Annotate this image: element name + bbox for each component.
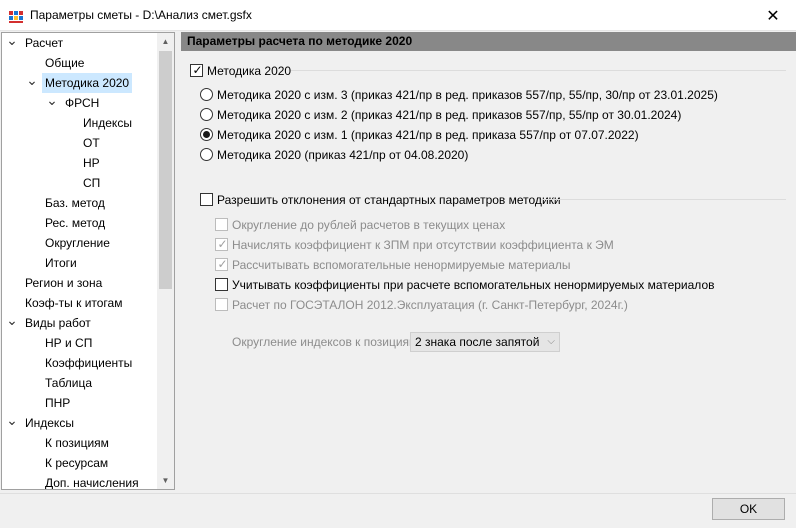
aux-coefficients-checkbox[interactable]: [215, 278, 228, 291]
radio-selected-dot: [203, 131, 210, 138]
tree-item[interactable]: ОТ: [80, 133, 103, 153]
tree-item[interactable]: СП: [80, 173, 103, 193]
tree-item[interactable]: ПНР: [42, 393, 73, 413]
tree-item[interactable]: Рес. метод: [42, 213, 108, 233]
chevron-down-icon[interactable]: ⌄: [6, 410, 18, 430]
round-rubles-checkbox[interactable]: [215, 218, 228, 231]
check-icon: ✓: [192, 63, 203, 77]
methodology-label: Методика 2020: [207, 64, 292, 78]
separator: [541, 199, 786, 200]
sub-option-label: Рассчитывать вспомогательные ненормируем…: [232, 258, 571, 272]
tree-item[interactable]: НР: [80, 153, 103, 173]
radio-label: Методика 2020 с изм. 3 (приказ 421/пр в …: [217, 88, 718, 102]
tree-item[interactable]: ФРСН: [62, 93, 102, 113]
sub-option-label: Округление до рублей расчетов в текущих …: [232, 218, 506, 232]
settings-tree[interactable]: ⌄ Расчет Общие ⌄ Методика 2020 ⌄ ФРСН Индексы ОТ…: [1, 32, 175, 490]
sub-option-label: Учитывать коэффициенты при расчете вспом…: [232, 278, 715, 292]
tree-scrollbar[interactable]: ▲ ▼: [157, 33, 174, 489]
panel-header: Параметры расчета по методике 2020: [181, 32, 796, 51]
tree-item[interactable]: Регион и зона: [22, 273, 105, 293]
tree-item[interactable]: Общие: [42, 53, 87, 73]
rounding-select[interactable]: 2 знака после запятой ⌵: [410, 332, 560, 352]
window-title: Параметры сметы - D:\Анализ смет.gsfx: [30, 8, 252, 22]
chevron-down-icon[interactable]: ⌄: [6, 310, 18, 330]
rounding-value: 2 знака после запятой: [415, 335, 540, 349]
radio-methodology-v3[interactable]: [200, 88, 213, 101]
tree-item[interactable]: Доп. начисления: [42, 473, 142, 489]
radio-methodology-v1[interactable]: [200, 128, 213, 141]
tree-item[interactable]: Индексы: [22, 413, 77, 433]
chevron-down-icon[interactable]: ⌄: [6, 33, 18, 50]
tree-item[interactable]: К позициям: [42, 433, 112, 453]
radio-methodology-v2[interactable]: [200, 108, 213, 121]
tree-item[interactable]: Виды работ: [22, 313, 94, 333]
footer-separator: [0, 493, 796, 494]
tree-item[interactable]: Коэф-ты к итогам: [22, 293, 125, 313]
aux-materials-checkbox[interactable]: ✓: [215, 257, 228, 271]
tree-item[interactable]: Индексы: [80, 113, 135, 133]
title-bar: Параметры сметы - D:\Анализ смет.gsfx ✕: [0, 0, 796, 31]
tree-item[interactable]: Расчет: [22, 33, 66, 53]
scroll-down-icon[interactable]: ▼: [157, 472, 174, 489]
tree-item[interactable]: НР и СП: [42, 333, 95, 353]
tree-item[interactable]: Коэффициенты: [42, 353, 135, 373]
check-icon: ✓: [217, 237, 228, 251]
radio-label: Методика 2020 с изм. 1 (приказ 421/пр в …: [217, 128, 639, 142]
ok-button[interactable]: OK: [712, 498, 785, 520]
close-icon: ✕: [766, 7, 780, 25]
scroll-up-icon[interactable]: ▲: [157, 33, 174, 50]
separator: [291, 70, 786, 71]
chevron-down-icon[interactable]: ⌄: [46, 90, 58, 110]
scroll-thumb[interactable]: [159, 51, 172, 289]
allow-deviations-checkbox[interactable]: [200, 193, 213, 206]
allow-deviations-label: Разрешить отклонения от стандартных пара…: [217, 193, 561, 207]
zpm-coefficient-checkbox[interactable]: ✓: [215, 237, 228, 251]
methodology-checkbox[interactable]: ✓: [190, 63, 203, 77]
check-icon: ✓: [217, 257, 228, 271]
chevron-down-icon[interactable]: ⌄: [26, 70, 38, 90]
chevron-down-icon: ⌵: [547, 336, 555, 347]
radio-label: Методика 2020 (приказ 421/пр от 04.08.20…: [217, 148, 469, 162]
rounding-label: Округление индексов к позициям:: [232, 335, 421, 349]
radio-label: Методика 2020 с изм. 2 (приказ 421/пр в …: [217, 108, 682, 122]
radio-methodology-base[interactable]: [200, 148, 213, 161]
sub-option-label: Начислять коэффициент к ЗПМ при отсутств…: [232, 238, 614, 252]
sub-option-label: Расчет по ГОСЭТАЛОН 2012.Эксплуатация (г…: [232, 298, 628, 312]
close-button[interactable]: ✕: [750, 0, 796, 31]
app-icon: [8, 8, 24, 24]
tree-item[interactable]: Итоги: [42, 253, 80, 273]
tree-item[interactable]: К ресурсам: [42, 453, 111, 473]
tree-item[interactable]: Баз. метод: [42, 193, 108, 213]
gosetalon-checkbox[interactable]: [215, 298, 228, 311]
tree-item[interactable]: Округление: [42, 233, 113, 253]
tree-item[interactable]: Таблица: [42, 373, 95, 393]
